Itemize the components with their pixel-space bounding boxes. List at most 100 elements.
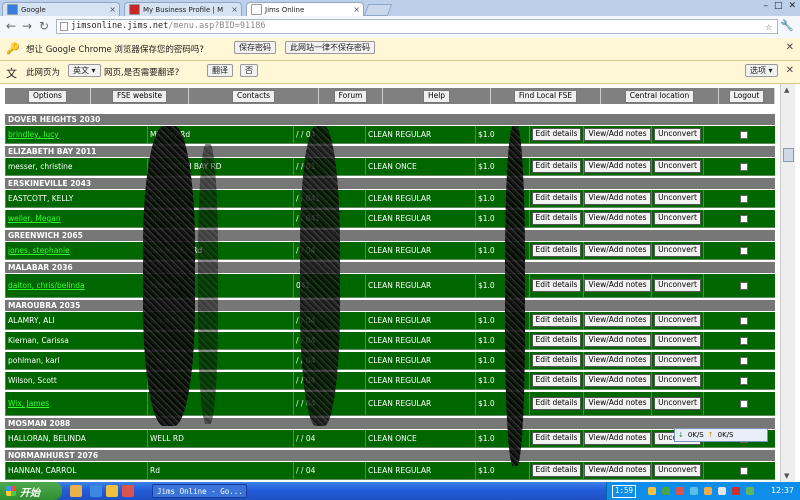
nav-button-contacts[interactable]: Contacts — [231, 89, 276, 103]
edit-details-button[interactable]: Edit details — [531, 374, 582, 387]
select-checkbox[interactable] — [740, 130, 748, 139]
view-add-notes-button[interactable]: View/Add notes — [584, 432, 651, 445]
new-tab-button[interactable] — [363, 4, 393, 16]
edit-details-button[interactable]: Edit details — [531, 354, 582, 367]
client-name[interactable]: jones, stephanie — [8, 246, 70, 255]
tab-0[interactable]: Google × — [2, 2, 120, 16]
translate-options-button[interactable]: 选项 ▾ — [745, 64, 778, 77]
nav-button-options[interactable]: Options — [28, 89, 67, 103]
back-icon[interactable]: ← — [6, 19, 16, 33]
save-password-button[interactable]: 保存密码 — [234, 41, 276, 54]
unconvert-button[interactable]: Unconvert — [654, 397, 701, 410]
view-add-notes-button[interactable]: View/Add notes — [584, 128, 651, 141]
nav-button-central-location[interactable]: Central location — [624, 89, 695, 103]
select-checkbox[interactable] — [740, 376, 748, 385]
edit-details-button[interactable]: Edit details — [531, 212, 582, 225]
tray-icon[interactable] — [662, 487, 670, 495]
view-add-notes-button[interactable]: View/Add notes — [584, 397, 651, 410]
tab-1[interactable]: My Business Profile | M × — [124, 2, 242, 16]
taskbar-item-chrome[interactable]: Jims Online - Go... — [152, 484, 247, 498]
tab-close-icon[interactable]: × — [353, 5, 360, 14]
unconvert-button[interactable]: Unconvert — [654, 212, 701, 225]
view-add-notes-button[interactable]: View/Add notes — [584, 244, 651, 257]
tab-close-icon[interactable]: × — [231, 5, 238, 14]
scroll-down-icon[interactable]: ▼ — [784, 472, 789, 480]
select-checkbox[interactable] — [740, 316, 748, 325]
client-name[interactable]: brindley, lucy — [8, 130, 59, 139]
select-checkbox[interactable] — [740, 162, 748, 171]
view-add-notes-button[interactable]: View/Add notes — [584, 334, 651, 347]
tab-close-icon[interactable]: × — [109, 5, 116, 14]
unconvert-button[interactable]: Unconvert — [654, 374, 701, 387]
quicklaunch-icon[interactable] — [70, 485, 82, 497]
view-add-notes-button[interactable]: View/Add notes — [584, 464, 651, 477]
nav-button-fse-website[interactable]: FSE website — [111, 89, 168, 103]
view-add-notes-button[interactable]: View/Add notes — [584, 212, 651, 225]
wrench-icon[interactable]: 🔧 — [780, 19, 794, 32]
close-infobar-icon[interactable]: ✕ — [786, 42, 794, 53]
unconvert-button[interactable]: Unconvert — [654, 354, 701, 367]
select-checkbox[interactable] — [740, 399, 748, 408]
tab-2[interactable]: Jims Online × — [246, 2, 364, 16]
tray-icon[interactable] — [648, 487, 656, 495]
edit-details-button[interactable]: Edit details — [531, 464, 582, 477]
unconvert-button[interactable]: Unconvert — [654, 314, 701, 327]
nav-button-forum[interactable]: Forum — [333, 89, 368, 103]
no-translate-button[interactable]: 否 — [240, 64, 258, 77]
folder-icon[interactable] — [106, 485, 118, 497]
view-add-notes-button[interactable]: View/Add notes — [584, 354, 651, 367]
view-add-notes-button[interactable]: View/Add notes — [584, 314, 651, 327]
chrome-icon[interactable] — [122, 485, 134, 497]
vertical-scrollbar[interactable]: ▲ ▼ — [780, 84, 795, 482]
unconvert-button[interactable]: Unconvert — [654, 160, 701, 173]
language-select[interactable]: 英文 ▾ — [68, 64, 101, 77]
select-checkbox[interactable] — [740, 356, 748, 365]
edit-details-button[interactable]: Edit details — [531, 244, 582, 257]
tray-icon[interactable] — [746, 487, 754, 495]
minimize-icon[interactable]: – — [763, 1, 768, 11]
scroll-thumb[interactable] — [783, 148, 794, 162]
never-save-password-button[interactable]: 此网站一律不保存密码 — [285, 41, 375, 54]
client-name[interactable]: Wix, James — [8, 399, 49, 408]
tray-icon[interactable] — [732, 487, 740, 495]
scroll-up-icon[interactable]: ▲ — [784, 86, 789, 94]
translate-button[interactable]: 翻译 — [207, 64, 233, 77]
view-add-notes-button[interactable]: View/Add notes — [584, 192, 651, 205]
unconvert-button[interactable]: Unconvert — [654, 128, 701, 141]
unconvert-button[interactable]: Unconvert — [654, 279, 701, 292]
forward-icon[interactable]: → — [22, 19, 32, 33]
edit-details-button[interactable]: Edit details — [531, 397, 582, 410]
edit-details-button[interactable]: Edit details — [531, 192, 582, 205]
close-translate-icon[interactable]: ✕ — [786, 65, 794, 76]
client-name[interactable]: weller, Megan — [8, 214, 61, 223]
select-checkbox[interactable] — [740, 246, 748, 255]
select-checkbox[interactable] — [740, 336, 748, 345]
nav-button-find-local-fse[interactable]: Find Local FSE — [513, 89, 578, 103]
reload-icon[interactable]: ↻ — [39, 19, 49, 33]
nav-button-help[interactable]: Help — [422, 89, 451, 103]
select-checkbox[interactable] — [740, 214, 748, 223]
view-add-notes-button[interactable]: View/Add notes — [584, 374, 651, 387]
nav-button-logout[interactable]: Logout — [728, 89, 765, 103]
close-window-icon[interactable]: ✕ — [788, 1, 796, 11]
view-add-notes-button[interactable]: View/Add notes — [584, 279, 651, 292]
select-checkbox[interactable] — [740, 194, 748, 203]
ie-icon[interactable] — [90, 485, 102, 497]
tray-icon[interactable] — [690, 487, 698, 495]
client-name[interactable]: dalton, chris/belinda — [8, 281, 85, 290]
edit-details-button[interactable]: Edit details — [531, 160, 582, 173]
edit-details-button[interactable]: Edit details — [531, 128, 582, 141]
select-checkbox[interactable] — [740, 466, 748, 475]
unconvert-button[interactable]: Unconvert — [654, 244, 701, 257]
edit-details-button[interactable]: Edit details — [531, 334, 582, 347]
view-add-notes-button[interactable]: View/Add notes — [584, 160, 651, 173]
select-checkbox[interactable] — [740, 281, 748, 290]
edit-details-button[interactable]: Edit details — [531, 279, 582, 292]
tray-icon[interactable] — [704, 487, 712, 495]
unconvert-button[interactable]: Unconvert — [654, 192, 701, 205]
unconvert-button[interactable]: Unconvert — [654, 334, 701, 347]
bookmark-star-icon[interactable]: ☆ — [765, 20, 772, 33]
unconvert-button[interactable]: Unconvert — [654, 464, 701, 477]
start-button[interactable]: 开始 — [0, 482, 62, 500]
edit-details-button[interactable]: Edit details — [531, 432, 582, 445]
